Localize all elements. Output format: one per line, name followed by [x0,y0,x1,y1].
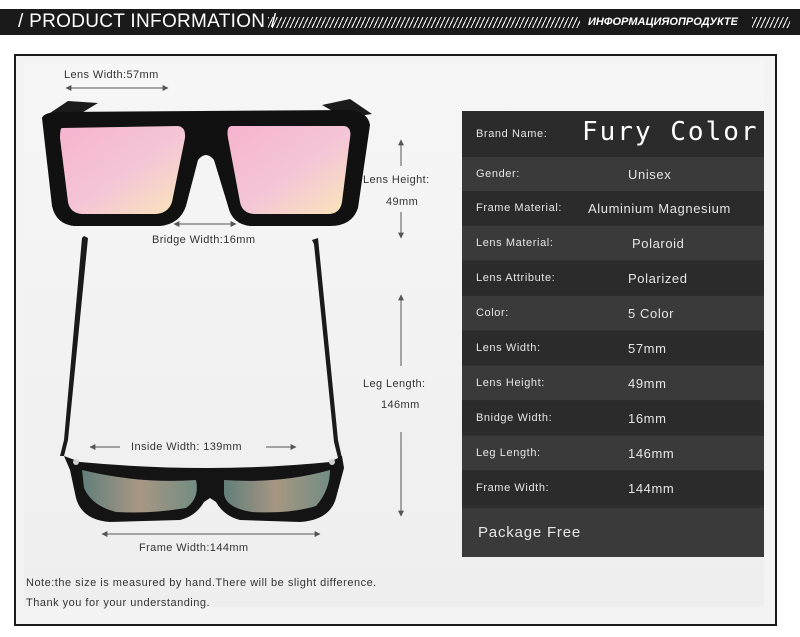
brand-name-value: Fury Color [582,117,759,147]
spec-table: Brand Name: Fury Color Gender: Unisex Fr… [462,111,764,557]
spec-row: Lens Material: Polaroid [462,226,764,260]
spec-value: 144mm [628,481,675,496]
right-lens [227,126,351,214]
spec-value: 146mm [628,446,675,461]
left-temple [60,236,88,456]
spec-row: Gender: Unisex [462,157,764,191]
package-label: Package Free [478,524,581,541]
lens-height-value: 49mm [386,196,419,208]
spec-value: 16mm [628,411,667,426]
leg-length-label: Leg Length: [363,378,426,390]
spec-label: Lens Attribute: [476,272,556,284]
spec-label: Bnidge Width: [476,412,553,424]
spec-row: Frame Width: 144mm [462,471,764,505]
spec-row: Bnidge Width: 16mm [462,401,764,435]
spec-value: 5 Color [628,306,675,321]
leg-length-value: 146mm [381,399,420,411]
right-hinge-screw [329,459,335,465]
inside-width-label: Inside Width: 139mm [131,441,242,453]
spec-row: Lens Width: 57mm [462,331,764,365]
spec-value: Polaroid [632,236,685,251]
top-view-glasses [60,236,344,522]
spec-row: Lens Height: 49mm [462,366,764,400]
thank-you-note: Thank you for your understanding. [26,597,211,609]
spec-value: Unisex [628,167,672,182]
spec-label: Frame Width: [476,482,550,494]
spec-row-brand: Brand Name: Fury Color [462,111,764,157]
spec-label: Brand Name: [476,128,548,140]
spec-value: 57mm [628,341,667,356]
right-temple [312,238,342,458]
spec-label: Frame Material: [476,202,563,214]
spec-value: Polarized [628,271,688,286]
spec-row: Frame Material: Aluminium Magnesium [462,191,764,225]
spec-label: Lens Height: [476,377,545,389]
frame-width-label: Frame Width:144mm [139,542,249,554]
spec-row: Color: 5 Color [462,296,764,330]
measurement-note: Note:the size is measured by hand.There … [26,577,377,589]
spec-label: Lens Material: [476,237,554,249]
left-lens [60,126,186,214]
spec-value: Aluminium Magnesium [588,201,731,216]
bridge-width-label: Bridge Width:16mm [152,234,256,246]
left-hinge-screw [73,459,79,465]
spec-value: 49mm [628,376,667,391]
spec-label: Gender: [476,168,520,180]
spec-label: Lens Width: [476,342,541,354]
lens-width-label: Lens Width:57mm [64,69,159,81]
front-view-glasses [42,99,372,226]
lens-height-label: Lens Height: [363,174,430,186]
spec-row: Leg Length: 146mm [462,436,764,470]
spec-row: Lens Attribute: Polarized [462,261,764,295]
spec-label: Leg Length: [476,447,541,459]
spec-label: Color: [476,307,509,319]
